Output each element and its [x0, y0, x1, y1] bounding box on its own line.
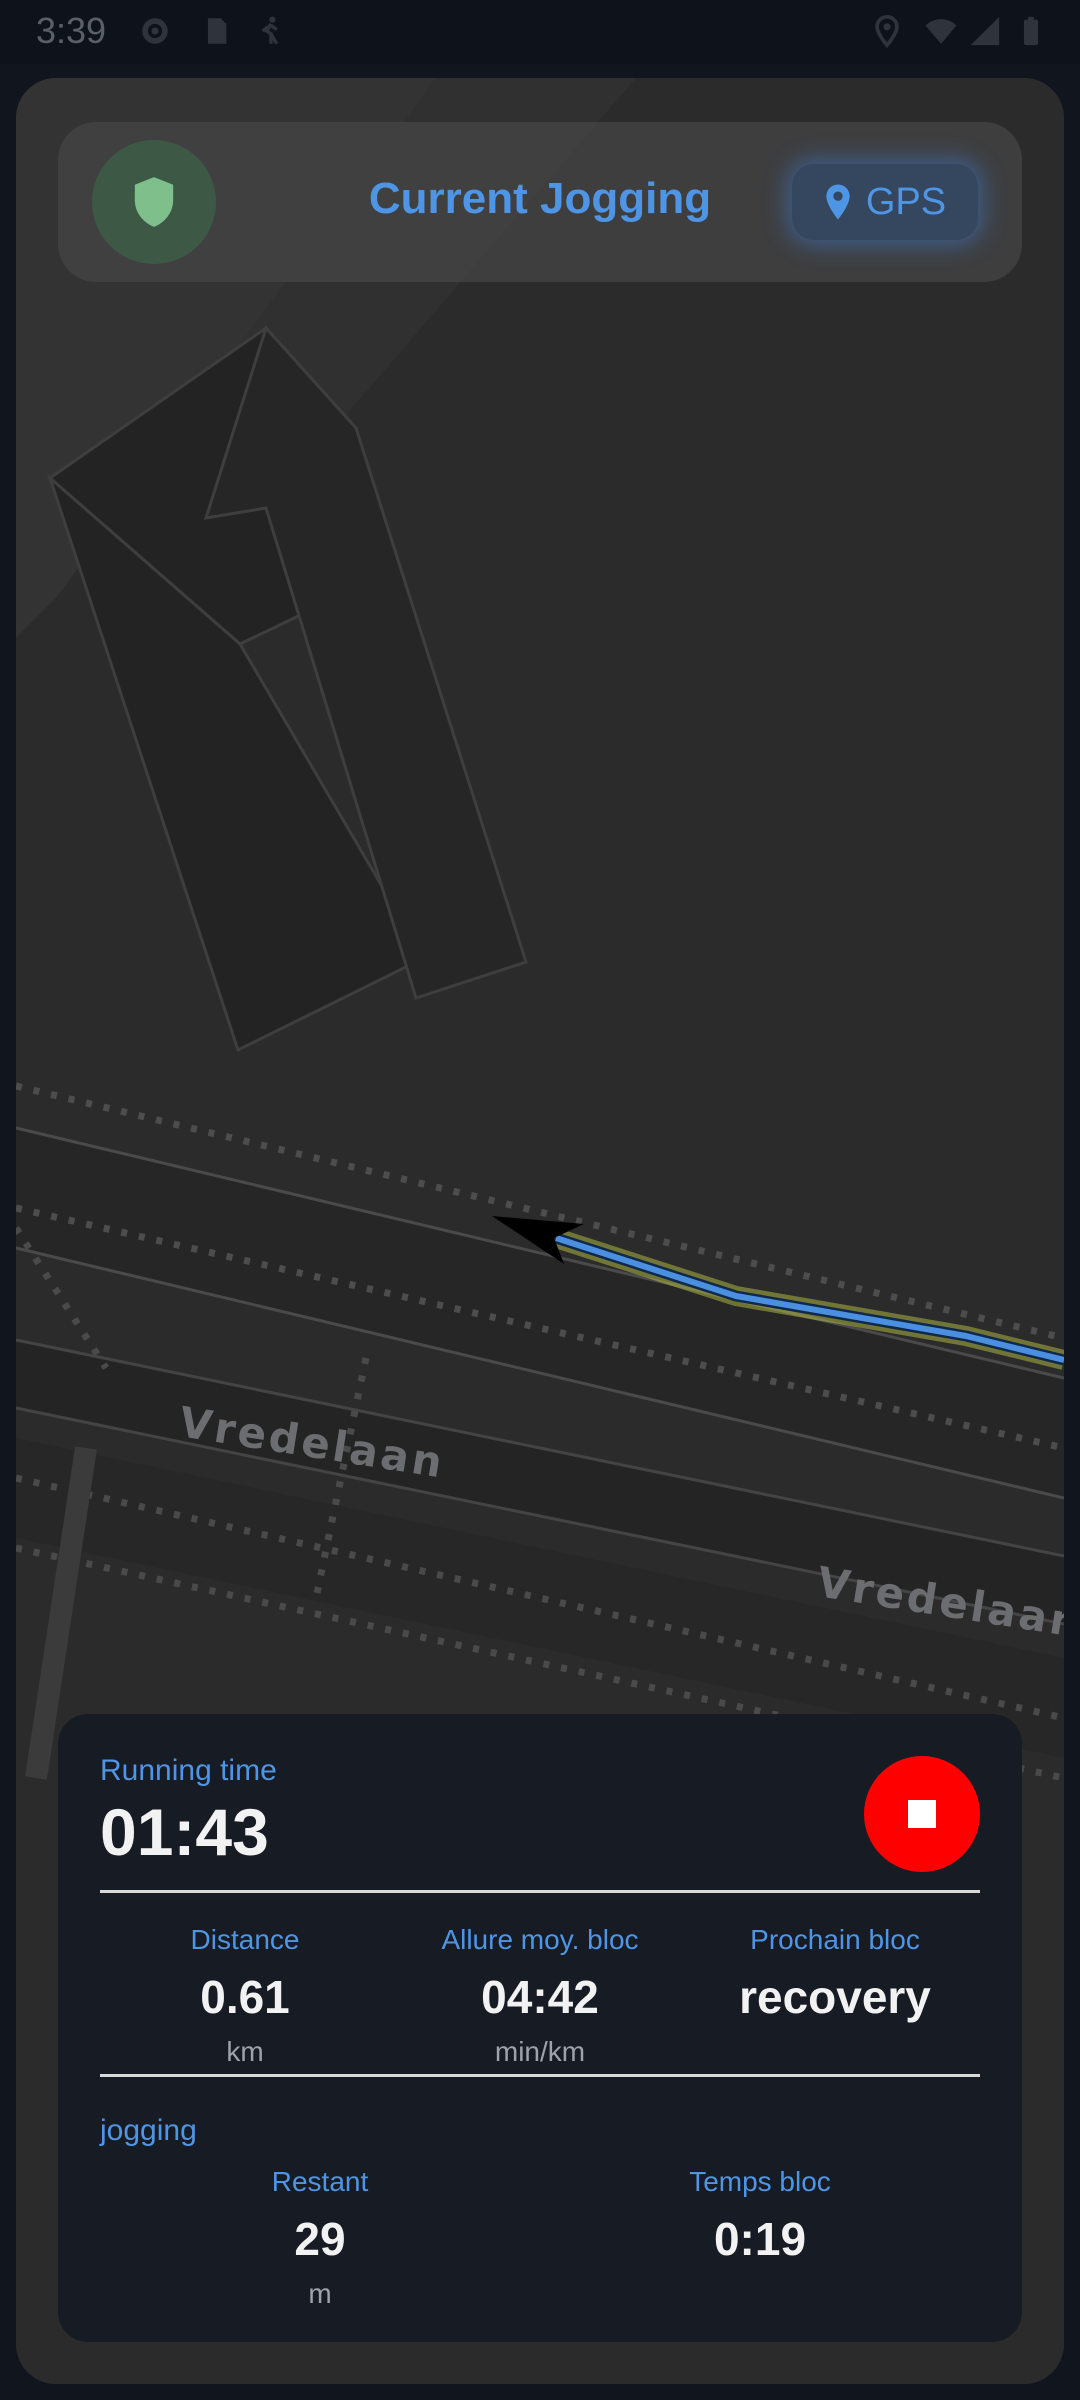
- stat-value: 0:19: [713, 2213, 807, 2265]
- stat-unit: min/km: [494, 2036, 586, 2067]
- stat-value: 04:42: [481, 1971, 599, 2023]
- stat-unit: km: [226, 2036, 264, 2067]
- stat-label: Allure moy. bloc: [441, 1924, 639, 1955]
- shield-button[interactable]: [92, 140, 216, 264]
- settings-icon: [142, 18, 168, 44]
- stat-label: Distance: [190, 1924, 300, 1955]
- current-block-label: jogging: [100, 2114, 197, 2147]
- location-icon: [875, 14, 899, 48]
- block-time-stat: Temps bloc 0:19: [540, 2166, 980, 2266]
- pace-stat: Allure moy. bloc 04:42 min/km: [390, 1924, 690, 2068]
- gps-label: GPS: [865, 180, 947, 223]
- running-time-label: Running time: [100, 1754, 277, 1787]
- status-time: 3:39: [36, 10, 107, 51]
- distance-stat: Distance 0.61 km: [100, 1924, 390, 2068]
- stat-value: recovery: [739, 1971, 931, 2023]
- stat-unit: m: [308, 2278, 332, 2309]
- stop-icon: [908, 1800, 936, 1828]
- gps-button[interactable]: GPS: [792, 164, 978, 240]
- stat-value: 29: [294, 2213, 346, 2265]
- stop-button[interactable]: [864, 1756, 980, 1872]
- divider: [100, 2074, 980, 2077]
- remaining-stat: Restant 29 m: [100, 2166, 540, 2310]
- status-bar: 3:39: [0, 0, 1080, 64]
- app-frame: Vredelaan Vredelaan Current Jogging GPS …: [16, 78, 1064, 2384]
- divider: [100, 1890, 980, 1893]
- stat-label: Restant: [271, 2166, 369, 2197]
- stat-label: Prochain bloc: [750, 1924, 920, 1955]
- battery-icon: [1023, 16, 1039, 46]
- walk-icon: [261, 16, 279, 45]
- wifi-icon: [925, 19, 957, 44]
- signal-icon: [970, 16, 1000, 46]
- running-time-value: 01:43: [100, 1795, 269, 1869]
- location-pin-icon: [826, 184, 850, 220]
- sd-card-icon: [207, 18, 227, 44]
- stat-value: 0.61: [200, 1971, 290, 2023]
- stats-panel: Running time 01:43 Distance 0.61 km Allu…: [58, 1714, 1022, 2342]
- shield-icon: [134, 177, 174, 227]
- next-block-stat: Prochain bloc recovery: [690, 1924, 980, 2024]
- stat-label: Temps bloc: [689, 2166, 831, 2197]
- header-bar: Current Jogging GPS: [58, 122, 1022, 282]
